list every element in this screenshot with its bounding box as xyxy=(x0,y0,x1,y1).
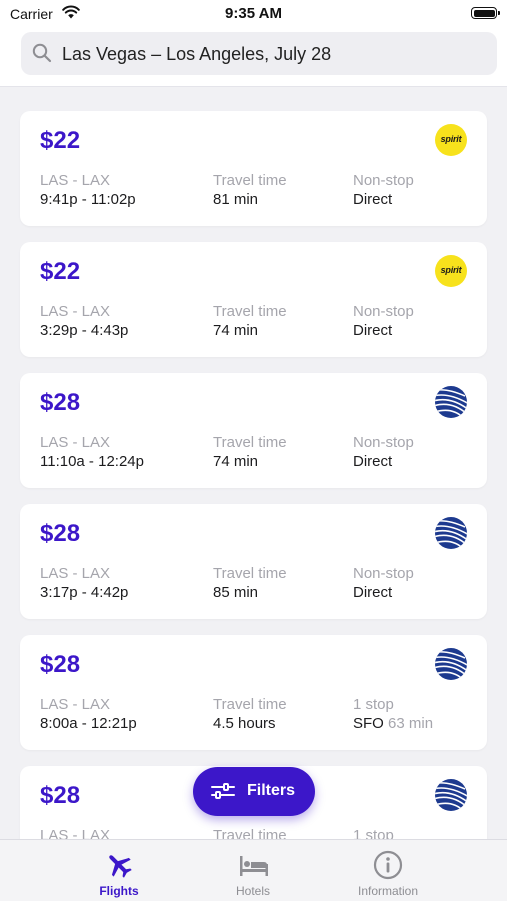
united-globe-logo xyxy=(435,648,467,680)
flight-route: LAS - LAX xyxy=(40,434,111,451)
flight-route: LAS - LAX xyxy=(40,565,111,582)
stops-label: Non-stop xyxy=(353,303,414,320)
airplane-icon xyxy=(104,850,134,885)
flight-duration: 4.5 hours xyxy=(213,715,276,732)
tab-flights[interactable]: Flights xyxy=(49,840,189,901)
flight-duration: 81 min xyxy=(213,191,259,208)
stops-value: Direct xyxy=(353,322,393,339)
stops-value: Direct xyxy=(353,453,393,470)
flight-route: LAS - LAX xyxy=(40,696,111,713)
tab-hotels[interactable]: Hotels xyxy=(183,840,323,901)
flight-times: 3:17p - 4:42p xyxy=(40,584,129,601)
flight-route: LAS - LAX xyxy=(40,172,111,189)
flight-times: 11:10a - 12:24p xyxy=(40,453,144,470)
search-icon xyxy=(32,43,52,68)
united-globe-logo xyxy=(435,779,467,811)
flight-card[interactable]: $28 LAS - LAX 3:17p - 4:42p Travel time 85… xyxy=(20,504,487,619)
flight-card[interactable]: $22 spirit LAS - LAX 9:41p - 11:02p Trave… xyxy=(20,111,487,226)
tab-bar: Flights Hotels Information xyxy=(0,839,507,901)
united-globe-logo xyxy=(435,517,467,549)
flight-route: LAS - LAX xyxy=(40,303,111,320)
flight-duration: 74 min xyxy=(213,453,259,470)
flight-route: LAS - LAX xyxy=(40,827,111,839)
travel-time-label: Travel time xyxy=(213,434,287,451)
stops-label: Non-stop xyxy=(353,172,414,189)
spirit-logo: spirit xyxy=(435,255,467,287)
flight-times: 9:41p - 11:02p xyxy=(40,191,136,208)
flight-duration: 85 min xyxy=(213,584,259,601)
info-circle-icon xyxy=(373,850,403,885)
travel-time-label: Travel time xyxy=(213,827,287,839)
search-field[interactable]: Las Vegas – Los Angeles, July 28 xyxy=(21,32,497,75)
clock: 9:35 AM xyxy=(225,5,282,22)
layover-airport: SFO xyxy=(353,715,384,732)
flight-price: $22 xyxy=(40,127,81,154)
tab-information-label: Information xyxy=(357,884,419,898)
stops-value: Direct xyxy=(353,584,393,601)
filters-button[interactable]: Filters xyxy=(193,767,315,816)
stops-value: SFO 63 min xyxy=(353,714,433,733)
flight-card[interactable]: $22 spirit LAS - LAX 3:29p - 4:43p Travel… xyxy=(20,242,487,357)
travel-time-label: Travel time xyxy=(213,696,287,713)
top-bar: Carrier 9:35 AM Las Vegas – Los Angeles,… xyxy=(0,0,507,87)
spirit-logo-text: spirit xyxy=(440,134,462,144)
travel-time-label: Travel time xyxy=(213,565,287,582)
flight-times: 8:00a - 12:21p xyxy=(40,715,137,732)
flight-card[interactable]: $28 LAS - LAX 8:00a - 12:21p Travel time 4… xyxy=(20,635,487,750)
spirit-logo-text: spirit xyxy=(440,265,462,275)
tab-information[interactable]: Information xyxy=(318,840,458,901)
filters-label: Filters xyxy=(247,782,296,799)
stops-label: 1 stop xyxy=(353,696,394,713)
battery-icon xyxy=(471,7,500,19)
spirit-logo: spirit xyxy=(435,124,467,156)
stops-label: Non-stop xyxy=(353,434,414,451)
flight-price: $28 xyxy=(40,782,81,809)
flight-price: $28 xyxy=(40,389,81,416)
travel-time-label: Travel time xyxy=(213,172,287,189)
travel-time-label: Travel time xyxy=(213,303,287,320)
layover-duration: 63 min xyxy=(388,715,434,732)
stops-label: Non-stop xyxy=(353,565,414,582)
flight-times: 3:29p - 4:43p xyxy=(40,322,129,339)
flight-price: $28 xyxy=(40,520,81,547)
search-query[interactable]: Las Vegas – Los Angeles, July 28 xyxy=(62,44,331,65)
flight-duration: 74 min xyxy=(213,322,259,339)
status-bar: Carrier 9:35 AM xyxy=(0,0,507,28)
flight-card[interactable]: $28 LAS - LAX 11:10a - 12:24p Travel time… xyxy=(20,373,487,488)
bed-icon xyxy=(238,850,270,885)
stops-value: Direct xyxy=(353,191,393,208)
stops-label: 1 stop xyxy=(353,827,394,839)
tab-flights-label: Flights xyxy=(99,884,139,898)
tab-hotels-label: Hotels xyxy=(235,884,270,898)
flight-price: $22 xyxy=(40,258,81,285)
filters-icon xyxy=(211,783,235,804)
flight-list[interactable]: $22 spirit LAS - LAX 9:41p - 11:02p Trave… xyxy=(0,87,507,839)
united-globe-logo xyxy=(435,386,467,418)
flight-price: $28 xyxy=(40,651,81,678)
